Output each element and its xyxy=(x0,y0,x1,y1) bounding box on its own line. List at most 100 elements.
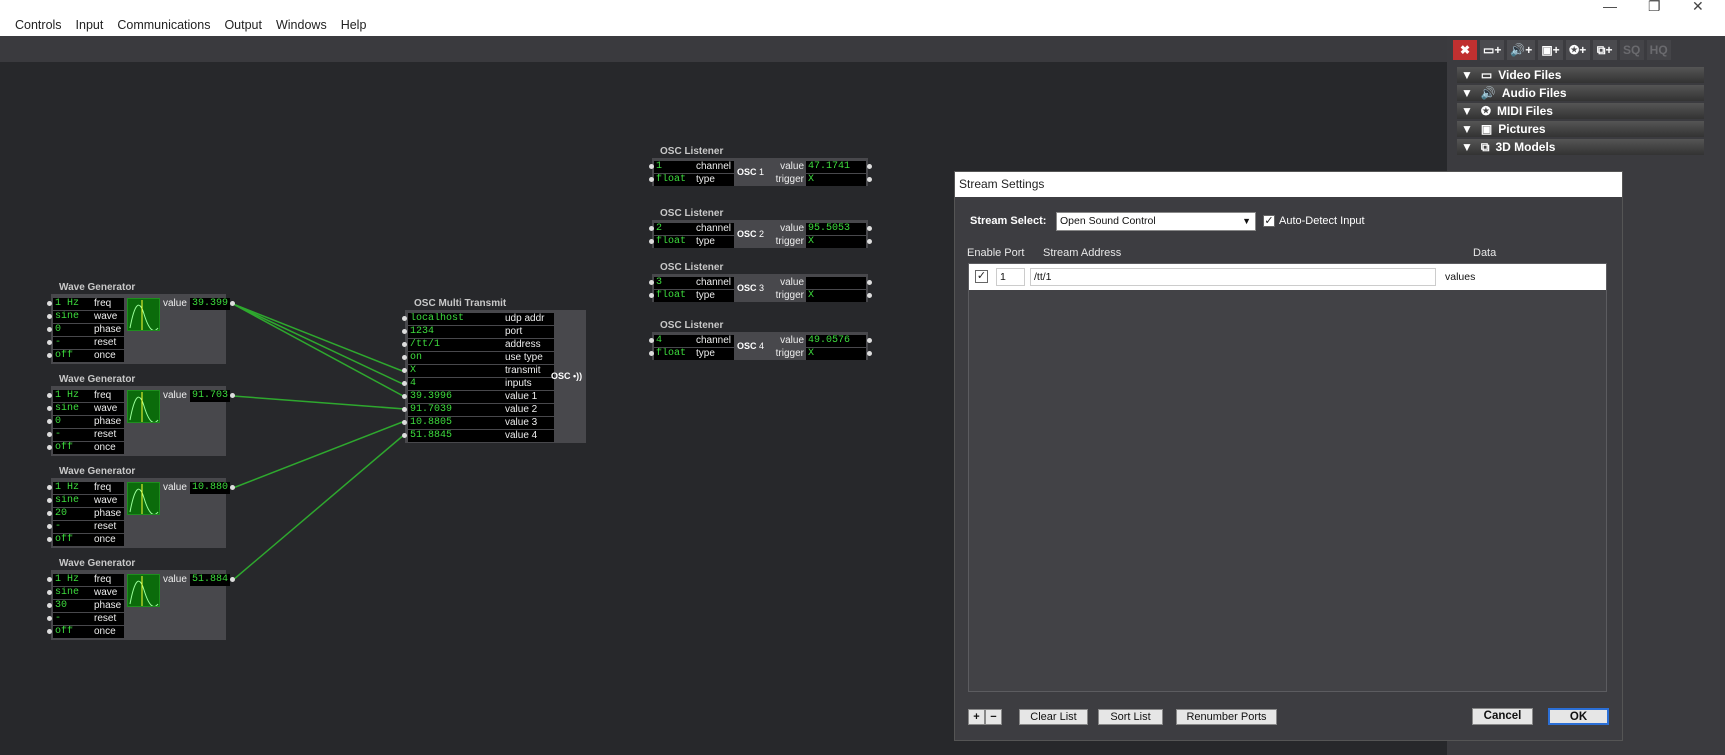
input-port[interactable] xyxy=(47,353,52,358)
listener-channel-field[interactable]: 3 xyxy=(654,277,693,289)
ok-button[interactable]: OK xyxy=(1548,708,1609,725)
listener-type-field[interactable]: float xyxy=(654,236,693,248)
input-port[interactable] xyxy=(47,485,52,490)
wave-reset-field[interactable]: - xyxy=(53,613,91,625)
input-port[interactable] xyxy=(47,314,52,319)
transmit-field-5[interactable]: 4 xyxy=(408,378,502,390)
waveform-graph xyxy=(127,482,160,515)
input-port[interactable] xyxy=(402,433,407,438)
input-port[interactable] xyxy=(402,342,407,347)
input-port[interactable] xyxy=(47,445,52,450)
wave-reset-field[interactable]: - xyxy=(53,429,91,441)
cord[interactable] xyxy=(232,303,406,373)
wave-phase-field[interactable]: 30 xyxy=(53,600,91,612)
input-port[interactable] xyxy=(47,616,52,621)
wave-wave-field[interactable]: sine xyxy=(53,311,91,323)
input-port[interactable] xyxy=(402,316,407,321)
wave-phase-field[interactable]: 20 xyxy=(53,508,91,520)
wave-freq-field[interactable]: 1 Hz xyxy=(53,482,91,494)
output-port[interactable] xyxy=(230,301,235,306)
input-port[interactable] xyxy=(47,406,52,411)
input-port[interactable] xyxy=(47,419,52,424)
transmit-field-1[interactable]: 1234 xyxy=(408,326,502,338)
output-port[interactable] xyxy=(867,239,872,244)
cancel-button[interactable]: Cancel xyxy=(1472,708,1533,725)
listener-type-field[interactable]: float xyxy=(654,174,693,186)
listener-channel-field[interactable]: 1 xyxy=(654,161,693,173)
input-port[interactable] xyxy=(402,381,407,386)
transmit-field-8[interactable]: 10.8805 xyxy=(408,417,502,429)
enable-port-checkbox[interactable]: ✓ xyxy=(975,270,988,283)
port-number-field[interactable]: 1 xyxy=(996,268,1025,286)
input-port[interactable] xyxy=(47,524,52,529)
wave-freq-field[interactable]: 1 Hz xyxy=(53,390,91,402)
output-port[interactable] xyxy=(867,293,872,298)
wave-wave-field[interactable]: sine xyxy=(53,587,91,599)
wave-phase-field[interactable]: 0 xyxy=(53,416,91,428)
cord[interactable] xyxy=(232,303,406,386)
output-port[interactable] xyxy=(867,226,872,231)
listener-channel-field[interactable]: 2 xyxy=(654,223,693,235)
input-port[interactable] xyxy=(47,301,52,306)
listener-channel-field[interactable]: 4 xyxy=(654,335,693,347)
output-port[interactable] xyxy=(867,351,872,356)
wave-freq-field[interactable]: 1 Hz xyxy=(53,298,91,310)
transmit-field-9[interactable]: 51.8845 xyxy=(408,430,502,442)
stream-address-field[interactable]: /tt/1 xyxy=(1030,268,1436,286)
transmit-field-0[interactable]: localhost xyxy=(408,313,502,325)
input-port[interactable] xyxy=(402,420,407,425)
input-port[interactable] xyxy=(47,603,52,608)
transmit-field-2[interactable]: /tt/1 xyxy=(408,339,502,351)
sort-list-button[interactable]: Sort List xyxy=(1098,709,1163,725)
input-port[interactable] xyxy=(402,394,407,399)
wave-once-field[interactable]: off xyxy=(53,626,91,638)
cord[interactable] xyxy=(232,395,406,410)
output-port[interactable] xyxy=(230,393,235,398)
listener-type-field[interactable]: float xyxy=(654,348,693,360)
add-button[interactable]: + xyxy=(968,709,985,725)
input-port[interactable] xyxy=(47,432,52,437)
input-port[interactable] xyxy=(47,393,52,398)
table-row[interactable]: ✓ 1 /tt/1 values xyxy=(969,264,1606,290)
output-port[interactable] xyxy=(230,577,235,582)
clear-list-button[interactable]: Clear List xyxy=(1019,709,1088,725)
input-port[interactable] xyxy=(47,590,52,595)
output-port[interactable] xyxy=(230,485,235,490)
input-port[interactable] xyxy=(402,355,407,360)
wave-wave-field[interactable]: sine xyxy=(53,495,91,507)
input-port[interactable] xyxy=(47,340,52,345)
output-port[interactable] xyxy=(867,338,872,343)
wave-phase-field[interactable]: 0 xyxy=(53,324,91,336)
transmit-field-7[interactable]: 91.7039 xyxy=(408,404,502,416)
input-port[interactable] xyxy=(402,329,407,334)
output-port[interactable] xyxy=(867,164,872,169)
input-port[interactable] xyxy=(47,629,52,634)
renumber-ports-button[interactable]: Renumber Ports xyxy=(1176,709,1277,725)
wave-reset-field[interactable]: - xyxy=(53,337,91,349)
transmit-field-6[interactable]: 39.3996 xyxy=(408,391,502,403)
cord[interactable] xyxy=(232,433,406,581)
transmit-field-4[interactable]: X xyxy=(408,365,502,377)
output-port[interactable] xyxy=(867,280,872,285)
stream-select-dropdown[interactable]: Open Sound Control ▼ xyxy=(1056,212,1256,231)
listener-type-field[interactable]: float xyxy=(654,290,693,302)
input-port[interactable] xyxy=(47,498,52,503)
wave-once-field[interactable]: off xyxy=(53,442,91,454)
wave-wave-field[interactable]: sine xyxy=(53,403,91,415)
wave-once-field[interactable]: off xyxy=(53,534,91,546)
input-port[interactable] xyxy=(47,511,52,516)
cord[interactable] xyxy=(232,303,406,398)
wave-reset-field[interactable]: - xyxy=(53,521,91,533)
remove-button[interactable]: − xyxy=(985,709,1002,725)
auto-detect-checkbox[interactable]: ✓ xyxy=(1263,215,1275,227)
input-port[interactable] xyxy=(47,537,52,542)
transmit-field-3[interactable]: on xyxy=(408,352,502,364)
wave-freq-field[interactable]: 1 Hz xyxy=(53,574,91,586)
input-port[interactable] xyxy=(402,368,407,373)
wave-once-field[interactable]: off xyxy=(53,350,91,362)
cord[interactable] xyxy=(232,420,406,489)
input-port[interactable] xyxy=(47,577,52,582)
input-port[interactable] xyxy=(47,327,52,332)
output-port[interactable] xyxy=(867,177,872,182)
input-port[interactable] xyxy=(402,407,407,412)
